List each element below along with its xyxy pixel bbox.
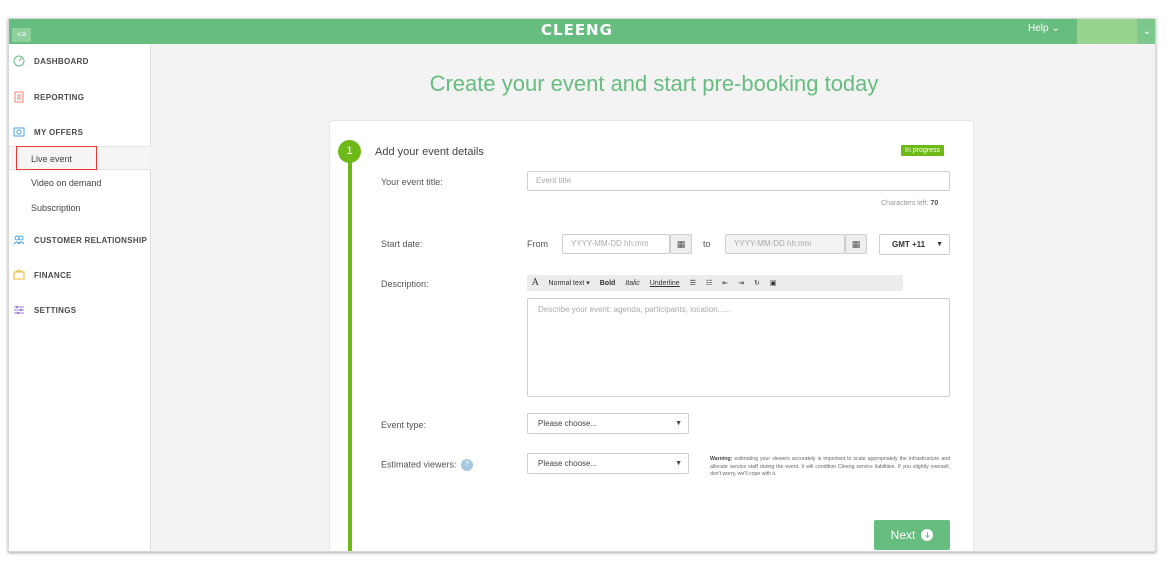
- caret-down-icon: ▼: [936, 241, 943, 248]
- next-label: Next: [890, 528, 916, 542]
- text-style-dropdown[interactable]: Normal text ▾: [544, 279, 595, 287]
- start-date-label: Start date:: [381, 239, 423, 249]
- event-title-label: Your event title:: [381, 177, 443, 187]
- timezone-value: GMT +11: [892, 240, 926, 249]
- sidebar-item-label: SETTINGS: [34, 305, 77, 315]
- report-icon: [13, 91, 25, 103]
- underline-button[interactable]: Underline: [645, 280, 685, 287]
- settings-icon: [13, 304, 25, 316]
- dashboard-icon: [13, 55, 25, 67]
- next-button[interactable]: Next ➜: [874, 520, 950, 550]
- bold-button[interactable]: Bold: [595, 280, 621, 287]
- caret-down-icon: ▼: [675, 420, 682, 427]
- timezone-select[interactable]: GMT +11 ▼: [879, 234, 950, 255]
- warning-title: Warning:: [710, 456, 733, 462]
- sidebar-item-customer-relationship[interactable]: CUSTOMER RELATIONSHIP: [9, 230, 151, 250]
- from-label: From: [527, 239, 548, 249]
- sidebar-item-settings[interactable]: SETTINGS: [9, 300, 151, 320]
- link-icon[interactable]: ↻: [749, 279, 765, 287]
- help-icon[interactable]: ?: [461, 459, 474, 471]
- sidebar-item-label: REPORTING: [34, 92, 85, 102]
- sidebar-item-label: DASHBOARD: [34, 56, 89, 66]
- page-title: Create your event and start pre-booking …: [429, 71, 879, 96]
- characters-left-value: 70: [930, 200, 939, 207]
- sidebar-subitem-live-event[interactable]: Live event: [9, 146, 151, 170]
- chevron-down-icon[interactable]: ⌄: [1137, 19, 1155, 44]
- sidebar-item-label: CUSTOMER RELATIONSHIP: [34, 235, 148, 245]
- viewers-warning-text: Warning: estimating your viewers accurat…: [710, 456, 950, 479]
- italic-button[interactable]: Italic: [620, 280, 644, 287]
- sidebar-item-finance[interactable]: FINANCE: [9, 265, 151, 285]
- rich-text-toolbar: A Normal text ▾ Bold Italic Underline ☰ …: [527, 275, 903, 291]
- sidebar-item-dashboard[interactable]: DASHBOARD: [9, 51, 151, 71]
- font-icon[interactable]: A: [527, 278, 544, 288]
- user-menu[interactable]: ⌄: [1077, 19, 1155, 44]
- event-type-select[interactable]: Please choose... ▼: [527, 413, 689, 434]
- sidebar: DASHBOARD REPORTING MY OFFERS Live event…: [9, 44, 151, 551]
- event-form-card: 1 Add your event details In progress You…: [329, 120, 974, 551]
- calendar-icon[interactable]: ▦: [845, 234, 867, 254]
- offers-icon: [13, 126, 25, 138]
- characters-left: Characters left: 70: [881, 200, 938, 207]
- sidebar-collapse-button[interactable]: <≡: [12, 28, 31, 42]
- description-textarea[interactable]: Describe your event: agenda, participant…: [527, 298, 950, 397]
- caret-down-icon: ▼: [675, 460, 682, 467]
- estimated-viewers-select[interactable]: Please choose... ▼: [527, 453, 689, 474]
- outdent-icon[interactable]: ⇤: [717, 279, 733, 287]
- step-title: Add your event details: [375, 146, 484, 158]
- ordered-list-icon[interactable]: ☷: [701, 279, 717, 287]
- sidebar-item-my-offers[interactable]: MY OFFERS: [9, 122, 151, 142]
- start-date-to-input[interactable]: YYYY-MM-DD hh:mm: [725, 234, 845, 254]
- warning-body: estimating your viewers accurately is im…: [710, 456, 950, 478]
- characters-left-label: Characters left:: [881, 200, 929, 207]
- sidebar-item-label: FINANCE: [34, 270, 72, 280]
- estimated-viewers-label: Estimated viewers: ?: [381, 459, 474, 471]
- to-label: to: [703, 239, 711, 249]
- event-type-value: Please choose...: [538, 419, 598, 428]
- top-bar: <≡ CLEENG Help ⌄ ⌄: [9, 19, 1155, 44]
- description-label: Description:: [381, 279, 429, 289]
- estimated-viewers-label-text: Estimated viewers:: [381, 459, 457, 470]
- image-icon[interactable]: ▣: [765, 279, 782, 287]
- status-badge: In progress: [901, 145, 945, 156]
- step-number-badge: 1: [338, 140, 361, 163]
- indent-icon[interactable]: ⇥: [733, 279, 749, 287]
- user-name-box[interactable]: [1077, 19, 1137, 44]
- people-icon: [13, 234, 25, 246]
- calendar-icon[interactable]: ▦: [670, 234, 692, 254]
- step-progress-track: [348, 157, 352, 551]
- arrow-down-icon: ➜: [921, 529, 934, 541]
- estimated-viewers-value: Please choose...: [538, 459, 598, 468]
- finance-icon: [13, 269, 25, 281]
- sidebar-item-reporting[interactable]: REPORTING: [9, 87, 151, 107]
- app-window: <≡ CLEENG Help ⌄ ⌄ DASHBOARD REPORTING M…: [8, 18, 1156, 552]
- sidebar-item-label: MY OFFERS: [34, 127, 84, 137]
- unordered-list-icon[interactable]: ☰: [685, 279, 701, 287]
- help-menu[interactable]: Help ⌄: [1028, 23, 1060, 34]
- sidebar-subitem-subscription[interactable]: Subscription: [9, 196, 151, 220]
- sidebar-subitem-video-on-demand[interactable]: Video on demand: [9, 171, 151, 195]
- event-type-label: Event type:: [381, 420, 427, 430]
- event-title-input[interactable]: Event title: [527, 171, 950, 191]
- cleeng-logo[interactable]: CLEENG: [541, 21, 613, 39]
- start-date-from-input[interactable]: YYYY-MM-DD hh:mm: [562, 234, 670, 254]
